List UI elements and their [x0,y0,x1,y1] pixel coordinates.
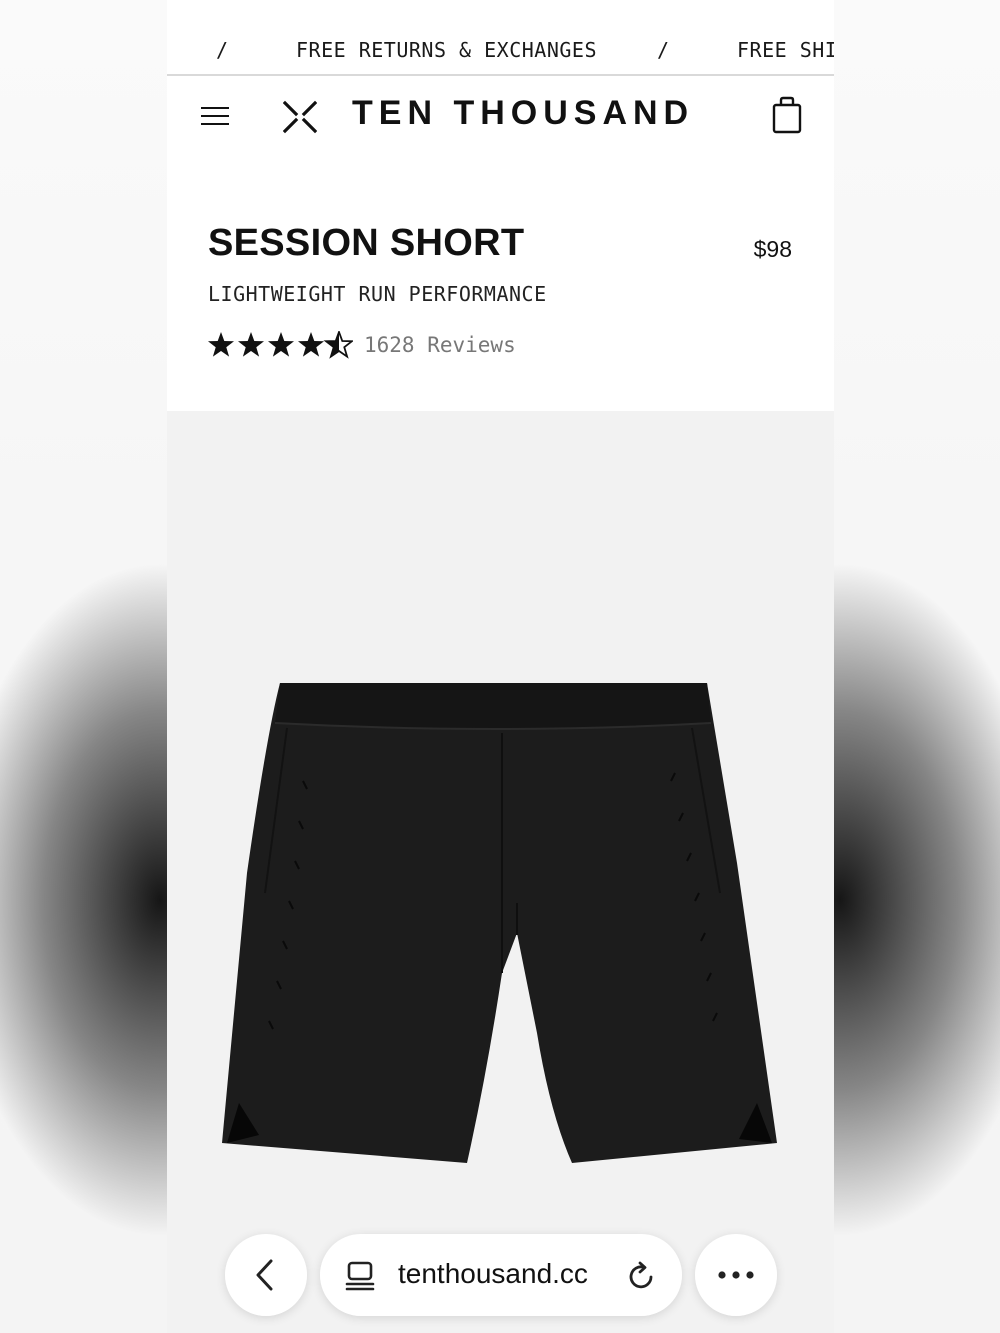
product-title: SESSION SHORT [208,222,525,264]
chevron-left-icon [256,1259,273,1291]
announcement-separator: / [216,38,229,62]
announcement-text: FREE RETURNS & EXCHANGES [296,38,597,62]
star-icon [208,332,234,357]
site-header: TEN THOUSAND [167,76,834,158]
product-subtitle: LIGHTWEIGHT RUN PERFORMANCE [208,282,547,306]
star-icon [238,332,264,357]
announcement-separator: / [657,38,670,62]
back-button[interactable] [225,1234,307,1316]
reload-icon[interactable] [626,1260,658,1292]
rating-stars [208,331,353,358]
brand-name[interactable]: TEN THOUSAND [352,94,694,133]
star-icon [268,332,294,357]
product-price: $98 [753,236,792,262]
ellipsis-icon [718,1271,754,1279]
shopping-bag-icon[interactable] [772,96,802,134]
review-count-link[interactable]: 1628 Reviews [364,333,516,357]
half-star-icon [325,331,353,358]
browser-toolbar: tenthousand.cc [167,1230,834,1320]
url-text[interactable]: tenthousand.cc [398,1258,588,1290]
product-gallery[interactable] [167,411,834,1333]
star-icon [298,332,324,357]
address-bar[interactable]: tenthousand.cc [320,1234,682,1316]
background-right [834,0,1000,1333]
hamburger-menu-icon[interactable] [201,104,229,126]
page: / FREE RETURNS & EXCHANGES / FREE SHI TE… [167,0,834,1333]
announcement-text: FREE SHI [737,38,834,62]
tabs-icon [345,1261,375,1291]
product-image[interactable] [217,673,787,1168]
announcement-bar: / FREE RETURNS & EXCHANGES / FREE SHI [167,0,834,76]
background-left [0,0,167,1333]
more-options-button[interactable] [695,1234,777,1316]
x-logo-icon[interactable] [283,100,317,134]
